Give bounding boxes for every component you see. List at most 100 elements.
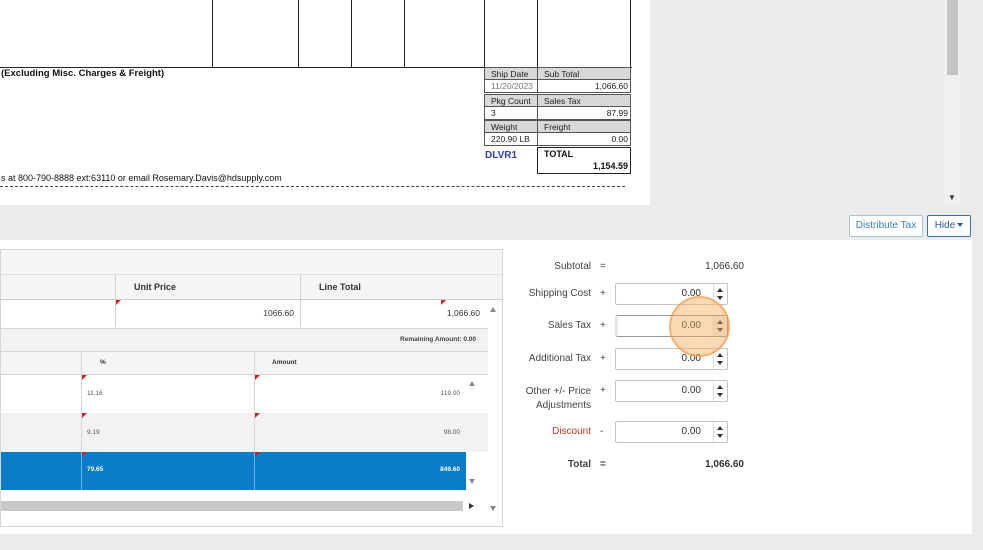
total-value: 1,066.60: [705, 459, 744, 470]
table-divider: [212, 0, 213, 67]
edit-flag-icon: [255, 413, 260, 418]
other-adjustments-value: 0.00: [681, 385, 701, 396]
sub-total-value: 1,066.60: [537, 80, 631, 93]
sales-tax-operator: +: [600, 320, 606, 331]
table-divider: [630, 0, 631, 67]
alloc-row[interactable]: 11.16 119.00: [1, 375, 488, 413]
total-operator: =: [600, 459, 606, 470]
spinner-icon[interactable]: [713, 422, 727, 442]
alloc-row-selected[interactable]: 79.65 849.60: [1, 452, 466, 490]
sub-total-label: Sub Total: [537, 67, 631, 80]
pkg-count-label: Pkg Count: [484, 94, 538, 107]
pkg-count-value: 3: [484, 107, 538, 120]
discount-label: Discount: [552, 426, 591, 437]
alloc-percent-cell[interactable]: 9.19: [82, 413, 255, 452]
remaining-amount: Remaining Amount: 0.00: [400, 336, 476, 343]
excluding-note: (Excluding Misc. Charges & Freight): [1, 68, 165, 79]
scroll-up-arrow-icon[interactable]: [469, 381, 475, 386]
dotted-divider: [0, 186, 625, 187]
freight-value: 0.00: [537, 133, 631, 146]
line-cell-blank: [1, 300, 116, 327]
caret-down-icon: [957, 223, 964, 228]
invoice-document: (Excluding Misc. Charges & Freight) s at…: [0, 0, 650, 205]
edit-flag-icon: [255, 375, 260, 380]
table-divider: [404, 0, 405, 67]
table-divider: [537, 0, 538, 67]
carrier-code: DLVR1: [485, 150, 518, 161]
alloc-amount-cell[interactable]: 119.00: [255, 375, 466, 413]
sales-tax-doc-value: 87.99: [537, 107, 631, 120]
line-total-value: 1,066.60: [446, 308, 480, 318]
invoice-preview-area: (Excluding Misc. Charges & Freight) s at…: [0, 0, 983, 205]
line-total-header[interactable]: Line Total: [301, 275, 502, 300]
scroll-up-arrow-icon[interactable]: [490, 307, 496, 312]
edit-flag-icon: [116, 300, 121, 305]
spinner-icon[interactable]: [713, 381, 727, 401]
invoice-detail-panel: Unit Price Line Total 1066.60 1,066.60 R…: [0, 240, 972, 534]
preview-scrollbar-thumb[interactable]: [947, 0, 958, 75]
contact-line: s at 800-790-8888 ext:63110 or email Ros…: [1, 173, 282, 183]
alloc-header-blank: [1, 352, 82, 374]
additional-tax-label: Additional Tax: [528, 353, 591, 364]
document-total-box: TOTAL 1,154.59: [537, 147, 631, 174]
amount-header[interactable]: Amount: [255, 352, 488, 374]
other-adjustments-input[interactable]: 0.00: [615, 380, 728, 402]
percent-header[interactable]: %: [82, 352, 255, 374]
freight-label: Freight: [537, 120, 631, 133]
distribute-tax-button[interactable]: Distribute Tax: [849, 215, 923, 237]
additional-tax-operator: +: [600, 353, 606, 364]
hide-button[interactable]: Hide: [927, 215, 971, 237]
other-adjustments-operator: +: [600, 385, 606, 396]
weight-label: Weight: [484, 120, 538, 133]
table-divider: [484, 0, 485, 67]
subtotal-label: Subtotal: [554, 261, 591, 272]
shipping-cost-label: Shipping Cost: [528, 288, 591, 299]
other-adjustments-label-line1: Other +/- Price: [525, 386, 591, 397]
alloc-amount-value: 119.00: [440, 390, 460, 397]
edit-flag-icon: [82, 413, 87, 418]
unit-price-header[interactable]: Unit Price: [116, 275, 301, 300]
alloc-percent-value: 9.19: [87, 429, 100, 436]
alloc-amount-value: 98.00: [443, 429, 460, 436]
other-adjustments-label: Other +/- Price Adjustments: [500, 385, 591, 413]
alloc-percent-value: 79.65: [87, 466, 104, 473]
shipping-cost-operator: +: [600, 288, 606, 299]
edit-flag-icon: [255, 452, 260, 457]
unit-price-cell[interactable]: 1066.60: [116, 300, 301, 327]
alloc-header-row: % Amount: [1, 352, 488, 375]
line-item-grid: Unit Price Line Total 1066.60 1,066.60 R…: [0, 249, 503, 527]
discount-value: 0.00: [681, 426, 701, 437]
unit-price-value: 1066.60: [263, 308, 294, 318]
click-indicator: [669, 296, 730, 357]
edit-flag-icon: [82, 452, 87, 457]
subtotal-value: 1,066.60: [705, 261, 744, 272]
alloc-percent-cell[interactable]: 11.16: [82, 375, 255, 413]
line-total-cell[interactable]: 1,066.60: [301, 300, 483, 327]
scroll-down-arrow-icon[interactable]: [469, 479, 475, 484]
scroll-right-arrow-icon[interactable]: [469, 503, 474, 509]
alloc-amount-cell[interactable]: 849.60: [255, 452, 466, 490]
alloc-row[interactable]: 9.19 98.00: [1, 413, 488, 452]
alloc-percent-cell[interactable]: 79.65: [82, 452, 255, 490]
scroll-down-arrow-icon[interactable]: [490, 506, 496, 511]
ship-date-value: 11/20/2023: [484, 80, 538, 93]
other-adjustments-label-line2: Adjustments: [535, 400, 591, 411]
table-divider: [298, 0, 299, 67]
grid-top-strip: [1, 250, 502, 275]
grid-header-blank: [1, 275, 116, 300]
hide-button-label: Hide: [934, 220, 956, 231]
alloc-cell-blank: [1, 452, 82, 490]
discount-input[interactable]: 0.00: [615, 421, 728, 443]
edit-flag-icon: [441, 300, 446, 305]
alloc-percent-value: 11.16: [87, 390, 103, 397]
sales-tax-label: Sales Tax: [547, 320, 591, 331]
ship-date-label: Ship Date: [484, 67, 538, 80]
weight-value: 220.90 LB: [484, 133, 538, 146]
scroll-down-arrow-icon[interactable]: ▼: [948, 193, 956, 202]
remaining-amount-strip: Remaining Amount: 0.00: [1, 328, 488, 352]
document-total-value: 1,154.59: [592, 161, 628, 171]
grid-horizontal-scrollbar[interactable]: [1, 501, 463, 511]
document-total-label: TOTAL: [544, 149, 574, 159]
total-label: Total: [567, 459, 591, 470]
alloc-amount-cell[interactable]: 98.00: [255, 413, 466, 452]
